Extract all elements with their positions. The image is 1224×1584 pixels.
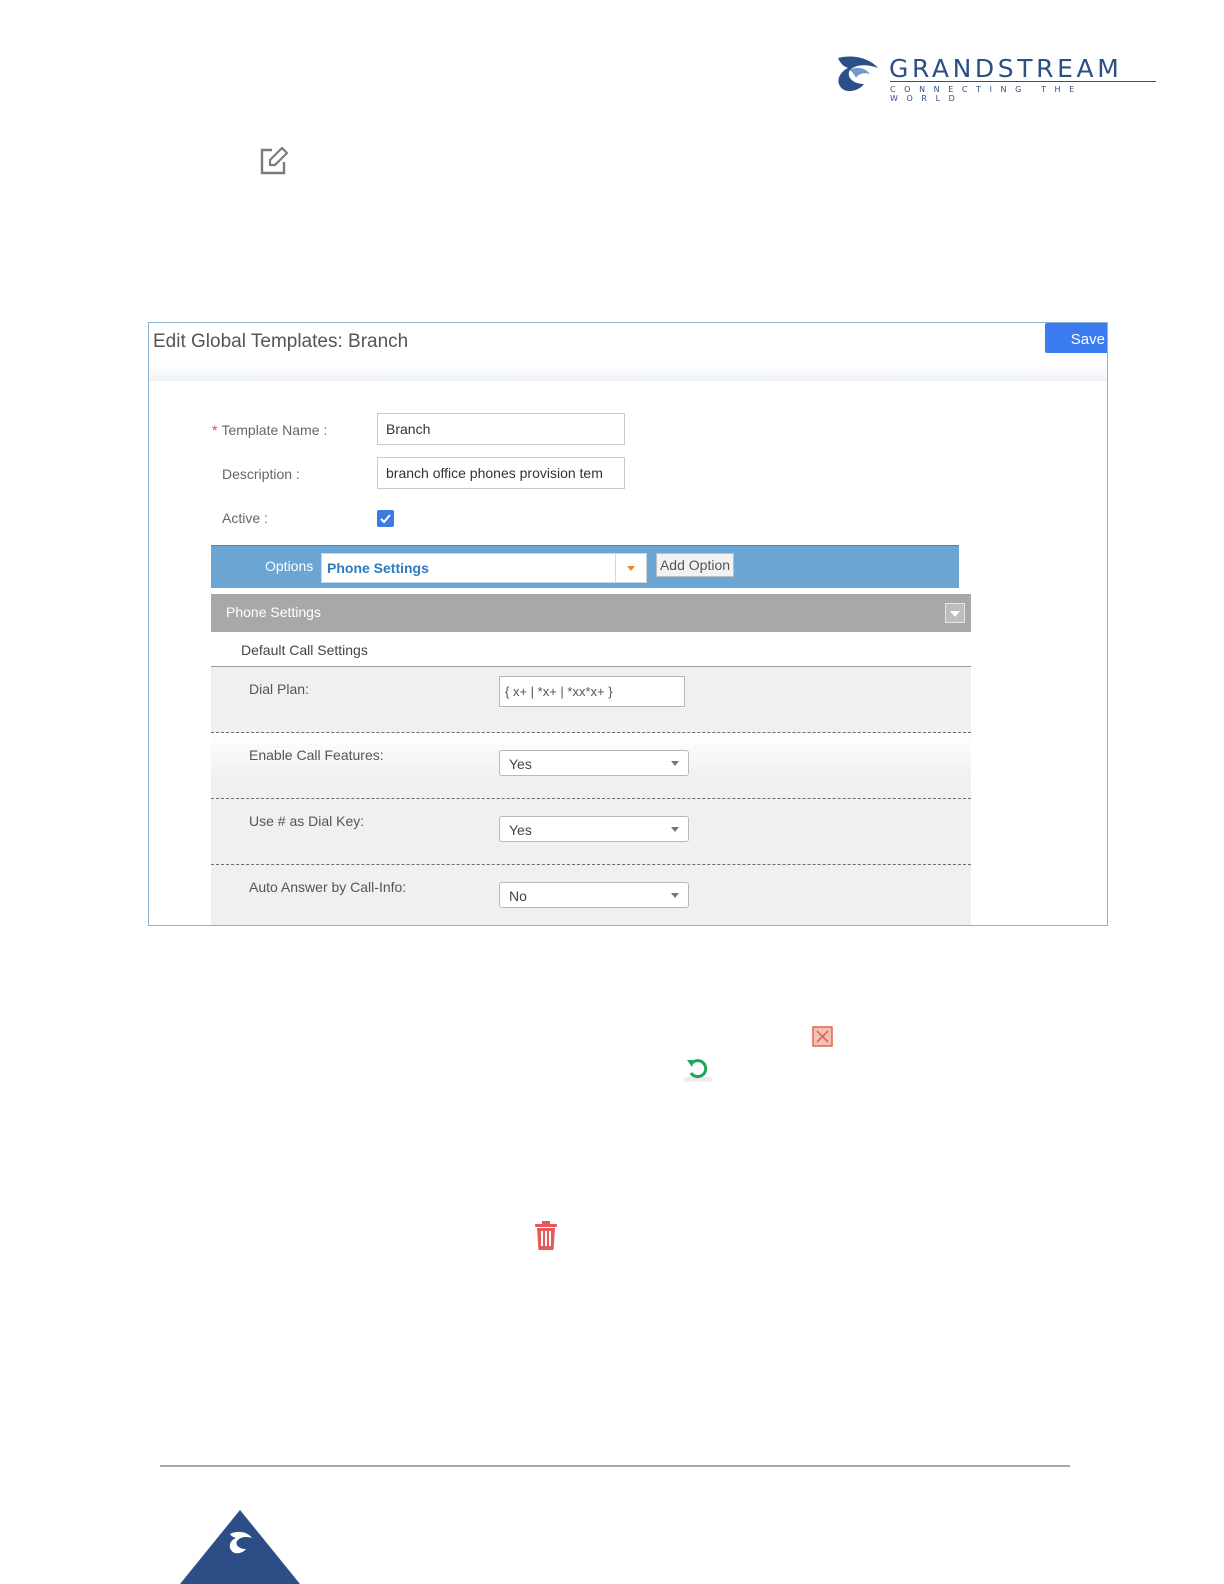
options-bar: Options Phone Settings Add Option <box>211 545 959 588</box>
select-divider <box>615 554 616 582</box>
close-icon <box>812 1026 833 1047</box>
active-label-text: Active <box>222 510 261 526</box>
use-hash-dial-key-value: Yes <box>509 822 532 838</box>
brand-tagline: CONNECTING THE WORLD <box>890 85 1083 103</box>
required-marker: * <box>212 422 218 438</box>
save-button[interactable]: Save <box>1045 323 1107 353</box>
grandstream-logo: GRANDSTREAM CONNECTING THE WORLD <box>834 54 1164 103</box>
chevron-down-icon <box>671 893 679 898</box>
description-input[interactable]: branch office phones provision tem <box>377 457 625 489</box>
use-hash-dial-key-label: Use # as Dial Key: <box>249 813 365 829</box>
edit-template-dialog: Edit Global Templates: Branch Save * Temp… <box>148 322 1108 926</box>
label-colon: : <box>292 466 300 482</box>
auto-answer-label: Auto Answer by Call-Info: <box>249 879 407 895</box>
setting-row-dial-plan: Dial Plan: { x+ | *x+ | *xx*x+ } <box>211 667 971 733</box>
setting-row-enable-call-features: Enable Call Features: Yes <box>211 733 971 799</box>
auto-answer-select[interactable]: No <box>499 882 689 908</box>
use-hash-dial-key-select[interactable]: Yes <box>499 816 689 842</box>
auto-answer-value: No <box>509 888 527 904</box>
edit-icon <box>260 146 289 175</box>
setting-row-use-hash-dial-key: Use # as Dial Key: Yes <box>211 799 971 865</box>
add-option-button[interactable]: Add Option <box>656 553 734 577</box>
label-colon: : <box>319 422 328 438</box>
enable-call-features-label: Enable Call Features: <box>249 747 384 763</box>
trash-icon <box>535 1221 557 1250</box>
template-name-input[interactable]: Branch <box>377 413 625 445</box>
chevron-down-icon <box>671 761 679 766</box>
active-label: Active : <box>222 510 268 526</box>
active-checkbox[interactable] <box>377 510 394 527</box>
chevron-down-icon <box>627 566 635 571</box>
description-label-text: Description <box>222 466 293 482</box>
header-divider <box>149 365 1107 381</box>
label-colon: : <box>260 510 268 526</box>
phone-settings-title: Phone Settings <box>226 604 321 620</box>
check-icon <box>380 514 391 524</box>
dial-plan-label: Dial Plan: <box>249 681 309 697</box>
grandstream-swirl-icon <box>838 56 878 92</box>
footer-divider <box>160 1465 1070 1467</box>
brand-name: GRANDSTREAM <box>889 54 1123 83</box>
options-selected-value: Phone Settings <box>327 560 429 576</box>
enable-call-features-value: Yes <box>509 756 532 772</box>
dialog-title: Edit Global Templates: Branch <box>153 331 409 352</box>
options-select[interactable]: Phone Settings <box>321 553 647 583</box>
footer-logo-icon <box>180 1510 300 1584</box>
logo-divider <box>890 81 1156 82</box>
description-label: Description : <box>222 466 300 482</box>
enable-call-features-select[interactable]: Yes <box>499 750 689 776</box>
collapse-toggle-icon[interactable] <box>945 603 965 623</box>
dial-plan-input[interactable]: { x+ | *x+ | *xx*x+ } <box>499 676 685 707</box>
default-call-settings-title: Default Call Settings <box>241 642 368 658</box>
chevron-down-icon <box>671 827 679 832</box>
template-name-label-text: Template Name <box>221 422 320 438</box>
default-call-settings-header: Default Call Settings <box>211 634 971 667</box>
setting-row-auto-answer: Auto Answer by Call-Info: No <box>211 865 971 925</box>
reset-icon <box>684 1059 712 1082</box>
phone-settings-header[interactable]: Phone Settings <box>211 594 971 632</box>
template-name-label: * Template Name : <box>212 422 327 438</box>
options-label: Options <box>265 558 314 574</box>
